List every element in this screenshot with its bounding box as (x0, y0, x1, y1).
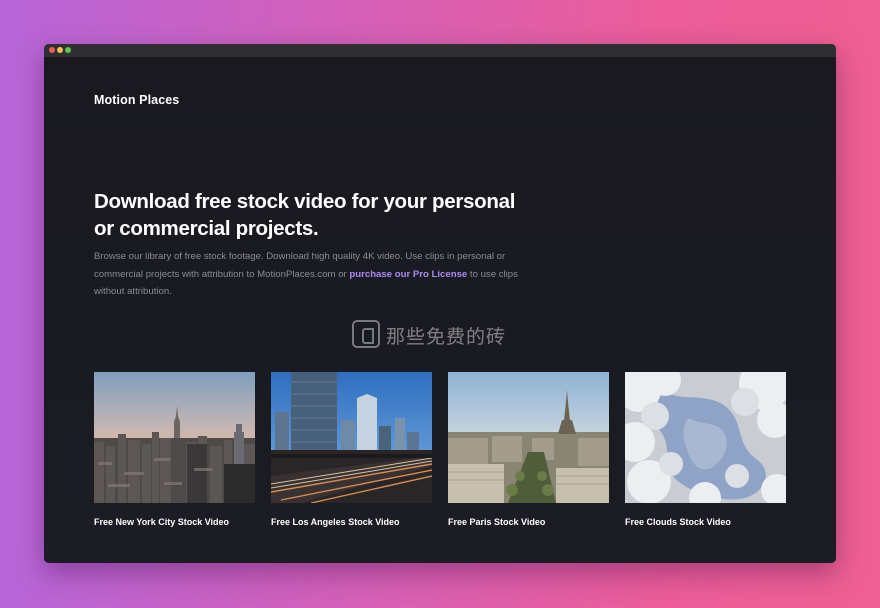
close-window-button[interactable] (49, 47, 55, 53)
browser-window: Motion Places Download free stock video … (44, 44, 836, 563)
window-titlebar (44, 44, 836, 57)
card-label[interactable]: Free Paris Stock Video (448, 517, 609, 527)
hero-description: Browse our library of free stock footage… (94, 248, 524, 301)
card-new-york[interactable]: Free New York City Stock Video (94, 372, 255, 527)
page-content: Motion Places Download free stock video … (44, 57, 836, 563)
card-los-angeles[interactable]: Free Los Angeles Stock Video (271, 372, 432, 527)
card-clouds[interactable]: Free Clouds Stock Video (625, 372, 786, 527)
clouds-thumbnail[interactable] (625, 372, 786, 503)
card-label[interactable]: Free New York City Stock Video (94, 517, 255, 527)
card-paris[interactable]: Free Paris Stock Video (448, 372, 609, 527)
card-label[interactable]: Free Los Angeles Stock Video (271, 517, 432, 527)
hero-title: Download free stock video for your perso… (94, 190, 516, 240)
los-angeles-thumbnail[interactable] (271, 372, 432, 503)
site-logo[interactable]: Motion Places (94, 93, 179, 107)
watermark-text: 那些免费的砖 (386, 326, 507, 348)
paris-thumbnail[interactable] (448, 372, 609, 503)
pro-license-link[interactable]: purchase our Pro License (349, 269, 467, 280)
zoom-window-button[interactable] (65, 47, 71, 53)
minimize-window-button[interactable] (57, 47, 63, 53)
new-york-thumbnail[interactable] (94, 372, 255, 503)
watermark: 那些免费的砖 (352, 318, 562, 358)
card-label[interactable]: Free Clouds Stock Video (625, 517, 786, 527)
watermark-logo-icon (352, 320, 380, 348)
